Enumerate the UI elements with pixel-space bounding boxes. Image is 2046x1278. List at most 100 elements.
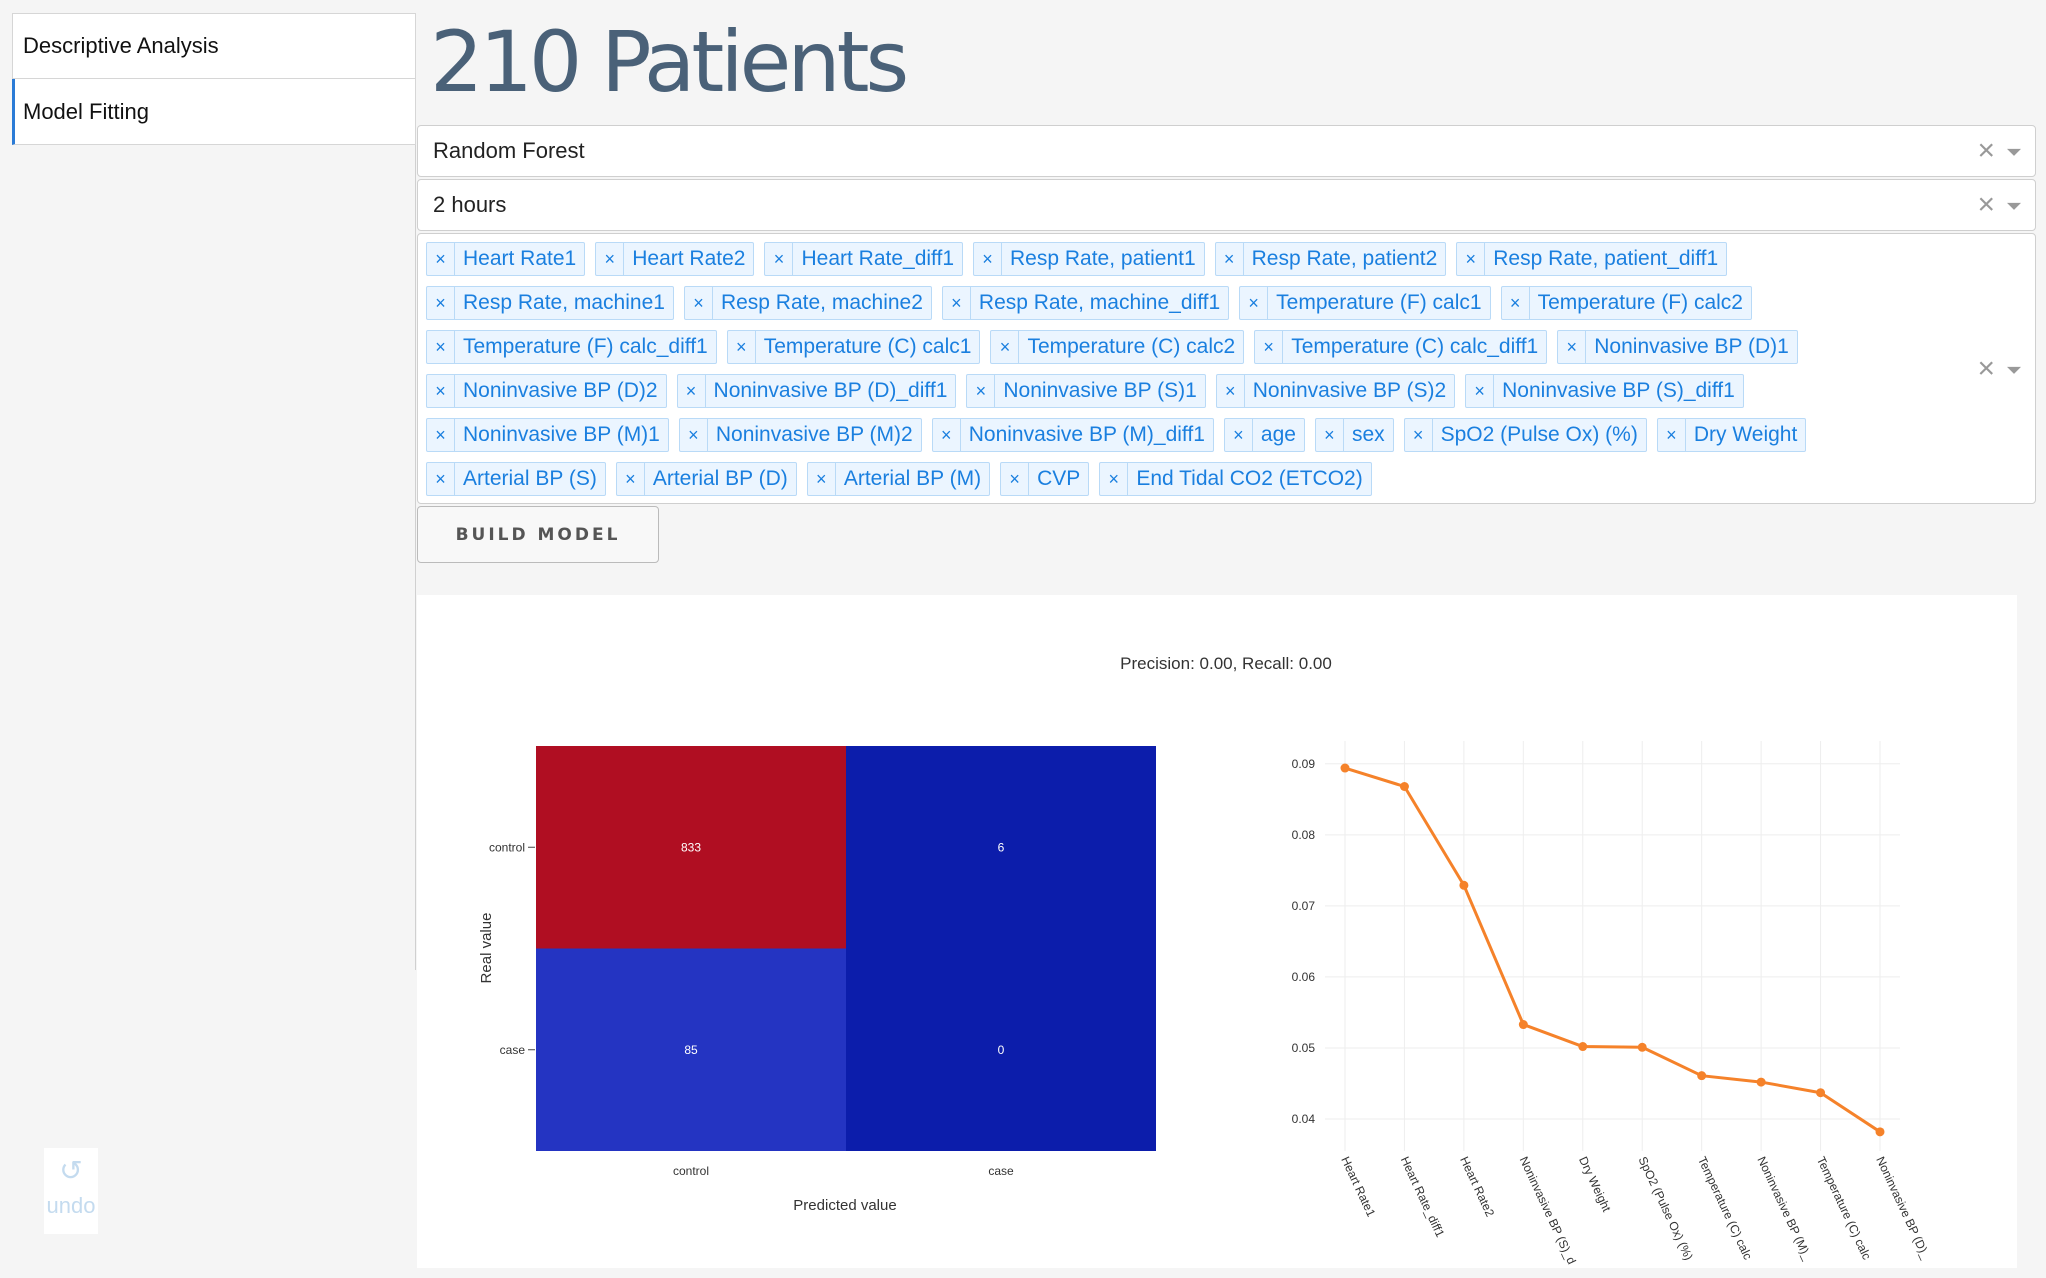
remove-tag-icon[interactable]: × [943, 287, 971, 319]
chevron-down-icon[interactable] [2007, 366, 2021, 374]
remove-tag-icon[interactable]: × [685, 287, 713, 319]
feature-tag: × Arterial BP (S) [426, 462, 606, 496]
time-window-select[interactable]: 2 hours × [417, 179, 2036, 231]
y-tick-label: 0.07 [1292, 899, 1316, 913]
feature-tag-label: Heart Rate1 [463, 247, 577, 270]
x-tick-label: Temperature (C) calc [1814, 1154, 1874, 1261]
clear-icon[interactable]: × [1977, 190, 1995, 220]
build-model-button[interactable]: BUILD MODEL [417, 506, 659, 563]
remove-tag-icon[interactable]: × [991, 331, 1020, 363]
importance-point [1816, 1088, 1826, 1098]
feature-tag: × Noninvasive BP (M)_diff1 [931, 418, 1214, 452]
feature-tag: × Resp Rate, patient1 [973, 242, 1205, 276]
chevron-down-icon[interactable] [2007, 148, 2021, 156]
remove-tag-icon[interactable]: × [427, 463, 455, 495]
feature-tag-label: Resp Rate, patient1 [1010, 247, 1196, 270]
undo-arrow-icon: ↺ [59, 1155, 83, 1186]
tab-model-fitting[interactable]: Model Fitting [12, 79, 416, 145]
feature-multiselect[interactable]: × Heart Rate1 × Heart Rate2 × Heart Rate_diff… [417, 233, 2036, 504]
remove-tag-icon[interactable]: × [1316, 419, 1344, 451]
importance-point [1399, 782, 1409, 791]
x-tick-label: case [988, 1164, 1014, 1178]
remove-tag-icon[interactable]: × [1405, 419, 1433, 451]
remove-tag-icon[interactable]: × [427, 287, 455, 319]
tab-descriptive-analysis[interactable]: Descriptive Analysis [12, 13, 416, 79]
importance-point [1518, 1020, 1528, 1030]
remove-tag-icon[interactable]: × [1001, 463, 1030, 495]
undo-button[interactable]: ↺ undo [44, 1148, 98, 1234]
y-tick-label: 0.09 [1292, 757, 1316, 771]
x-tick-label: Heart Rate1 [1338, 1154, 1378, 1219]
remove-tag-icon[interactable]: × [680, 419, 708, 451]
remove-tag-icon[interactable]: × [1502, 287, 1530, 319]
feature-tag: × Resp Rate, machine_diff1 [941, 286, 1230, 320]
remove-tag-icon[interactable]: × [1255, 331, 1284, 363]
feature-tag-label: age [1260, 423, 1296, 446]
feature-tag: × SpO2 (Pulse Ox) (%) [1403, 418, 1647, 452]
importance-point [1697, 1071, 1707, 1081]
remove-tag-icon[interactable]: × [1457, 243, 1486, 275]
x-tick-label: Dry Weight [1576, 1154, 1614, 1214]
remove-tag-icon[interactable]: × [808, 463, 836, 495]
heatmap-cell-value: 0 [998, 1043, 1005, 1057]
feature-tag-label: Resp Rate, machine2 [720, 291, 923, 314]
x-tick-label: Noninvasive BP (M)_ [1754, 1154, 1814, 1262]
remove-tag-icon[interactable]: × [933, 419, 961, 451]
feature-tag: × Temperature (F) calc_diff1 [426, 330, 717, 364]
remove-tag-icon[interactable]: × [1225, 419, 1253, 451]
y-tick-label: 0.05 [1292, 1041, 1316, 1055]
model-select[interactable]: Random Forest × [417, 125, 2036, 177]
remove-tag-icon[interactable]: × [427, 243, 455, 275]
feature-tag-label: Temperature (F) calc1 [1276, 291, 1482, 314]
feature-tag-label: Dry Weight [1693, 423, 1798, 446]
remove-tag-icon[interactable]: × [678, 375, 706, 407]
clear-all-icon[interactable]: × [1977, 353, 1995, 384]
remove-tag-icon[interactable]: × [1100, 463, 1129, 495]
x-tick-label: Temperature (C) calc [1695, 1154, 1755, 1261]
importance-line [1344, 766, 1881, 1134]
remove-tag-icon[interactable]: × [596, 243, 625, 275]
results-chart-svg: Precision: 0.00, Recall: 0.00 833 6 85 0 cont… [478, 654, 1933, 1266]
feature-tag-label: Resp Rate, patient2 [1251, 247, 1438, 270]
remove-tag-icon[interactable]: × [427, 375, 455, 407]
feature-tag: × Noninvasive BP (M)1 [426, 418, 669, 452]
remove-tag-icon[interactable]: × [1558, 331, 1587, 363]
heatmap-cell-value: 6 [998, 840, 1005, 854]
remove-tag-icon[interactable]: × [967, 375, 996, 407]
remove-tag-icon[interactable]: × [1216, 243, 1244, 275]
remove-tag-icon[interactable]: × [617, 463, 645, 495]
y-tick-label: 0.06 [1292, 970, 1316, 984]
remove-tag-icon[interactable]: × [1658, 419, 1686, 451]
clear-icon[interactable]: × [1977, 136, 1995, 166]
importance-point [1875, 1127, 1885, 1137]
chevron-down-icon[interactable] [2007, 202, 2021, 210]
feature-tag: × Heart Rate2 [595, 242, 755, 276]
remove-tag-icon[interactable]: × [1240, 287, 1269, 319]
feature-tag: × Noninvasive BP (D)1 [1557, 330, 1798, 364]
feature-tag: × Temperature (C) calc1 [726, 330, 981, 364]
remove-tag-icon[interactable]: × [1217, 375, 1245, 407]
feature-tag-label: Temperature (C) calc1 [763, 335, 972, 358]
feature-tag-label: Noninvasive BP (M)_diff1 [968, 423, 1205, 446]
heatmap-cell-value: 833 [681, 840, 701, 854]
feature-tag-label: Noninvasive BP (M)2 [715, 423, 913, 446]
feature-tag-label: Noninvasive BP (D)_diff1 [713, 379, 948, 402]
feature-tag: × Noninvasive BP (M)2 [678, 418, 922, 452]
remove-tag-icon[interactable]: × [427, 331, 455, 363]
remove-tag-icon[interactable]: × [1466, 375, 1495, 407]
remove-tag-icon[interactable]: × [765, 243, 794, 275]
remove-tag-icon[interactable]: × [974, 243, 1003, 275]
y-tick-label: control [489, 840, 525, 854]
feature-tag-label: Heart Rate_diff1 [801, 247, 955, 270]
feature-tag-list: × Heart Rate1 × Heart Rate2 × Heart Rate_diff… [426, 242, 1925, 496]
remove-tag-icon[interactable]: × [728, 331, 756, 363]
x-tick-label: SpO2 (Pulse Ox) (%) [1636, 1154, 1696, 1262]
feature-tag-label: Arterial BP (M) [843, 467, 982, 490]
feature-tag-label: Resp Rate, machine_diff1 [978, 291, 1221, 314]
feature-tag: × Temperature (C) calc2 [990, 330, 1245, 364]
remove-tag-icon[interactable]: × [427, 419, 455, 451]
feature-tag: × CVP [1000, 462, 1090, 496]
y-axis-label: Real value [478, 913, 495, 984]
feature-tag: × Resp Rate, patient2 [1214, 242, 1447, 276]
feature-tag-label: Temperature (C) calc_diff1 [1291, 335, 1539, 358]
